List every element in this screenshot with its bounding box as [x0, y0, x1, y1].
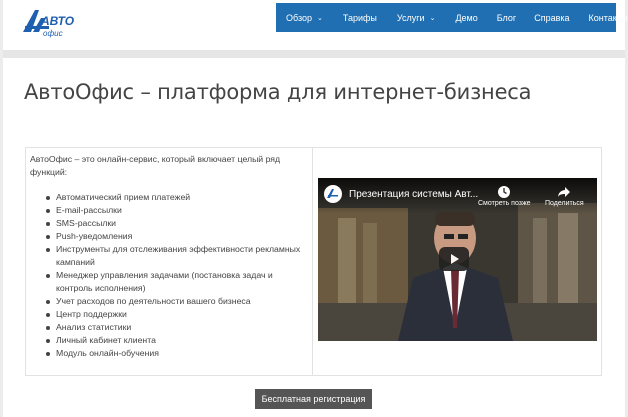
nav-item-blog[interactable]: Блог — [497, 3, 516, 32]
list-item: SMS-рассылки — [43, 217, 305, 230]
share-label: Поделиться — [545, 200, 584, 207]
header-separator — [3, 50, 625, 58]
logo-bottom-text: офис — [43, 29, 63, 38]
nav-item-label: Справка — [534, 12, 570, 23]
column-divider — [312, 147, 313, 376]
play-button[interactable] — [439, 247, 469, 271]
feature-list: Автоматический прием платежей E-mail-рас… — [43, 191, 305, 360]
clock-icon — [478, 182, 531, 200]
site-header: АВТО офис Обзор ⌄ Тарифы Услуги ⌄ Демо Б… — [3, 0, 627, 50]
nav-item-kontakty[interactable]: Контакты — [589, 3, 628, 32]
list-item: Анализ статистики — [43, 321, 305, 334]
nav-item-spravka[interactable]: Справка — [534, 3, 569, 32]
channel-avatar[interactable] — [324, 185, 342, 203]
channel-logo-icon — [327, 189, 338, 198]
logo-top-text: АВТО — [40, 14, 75, 28]
page-title: АвтоОфис – платформа для интернет-бизнес… — [24, 80, 532, 104]
share-icon — [545, 182, 584, 200]
intro-text: АвтоОфис – это онлайн-сервис, который вк… — [30, 154, 281, 177]
nav-item-demo[interactable]: Демо — [455, 3, 477, 32]
nav-item-label: Обзор — [286, 12, 312, 23]
list-item: E-mail-рассылки — [43, 204, 305, 217]
share-button[interactable]: Поделиться — [545, 182, 584, 207]
nav-item-label: Тарифы — [342, 12, 377, 23]
nav-item-label: Услуги — [396, 12, 425, 23]
list-item: Менеджер управления задачами (постановка… — [43, 269, 305, 295]
list-item: Личный кабинет клиента — [43, 334, 305, 347]
nav-item-label: Блог — [496, 12, 517, 23]
nav-item-label: Контакты — [588, 12, 628, 23]
list-item: Центр поддержки — [43, 308, 305, 321]
main-nav: Обзор ⌄ Тарифы Услуги ⌄ Демо Блог Справк… — [276, 3, 627, 32]
autooffice-logo[interactable]: АВТО офис — [21, 6, 81, 40]
video-title[interactable]: Презентация системы Авт... — [349, 189, 478, 200]
nav-item-uslugi[interactable]: Услуги ⌄ — [397, 3, 436, 32]
chevron-down-icon: ⌄ — [317, 14, 323, 22]
list-item: Модуль онлайн-обучения — [43, 347, 305, 360]
watch-later-label: Смотреть позже — [478, 200, 531, 207]
list-item: Инструменты для отслеживания эффективнос… — [43, 243, 305, 269]
list-item: Push-уведомления — [43, 230, 305, 243]
nav-item-label: Демо — [455, 12, 478, 23]
free-registration-button[interactable]: Бесплатная регистрация — [255, 389, 372, 409]
chevron-down-icon: ⌄ — [429, 14, 436, 22]
nav-item-tarify[interactable]: Тарифы — [343, 3, 377, 32]
list-item: Учет расходов по деятельности вашего биз… — [43, 295, 305, 308]
list-item: Автоматический прием платежей — [43, 191, 305, 204]
nav-item-obzor[interactable]: Обзор ⌄ — [286, 3, 323, 32]
watch-later-button[interactable]: Смотреть позже — [478, 182, 531, 207]
